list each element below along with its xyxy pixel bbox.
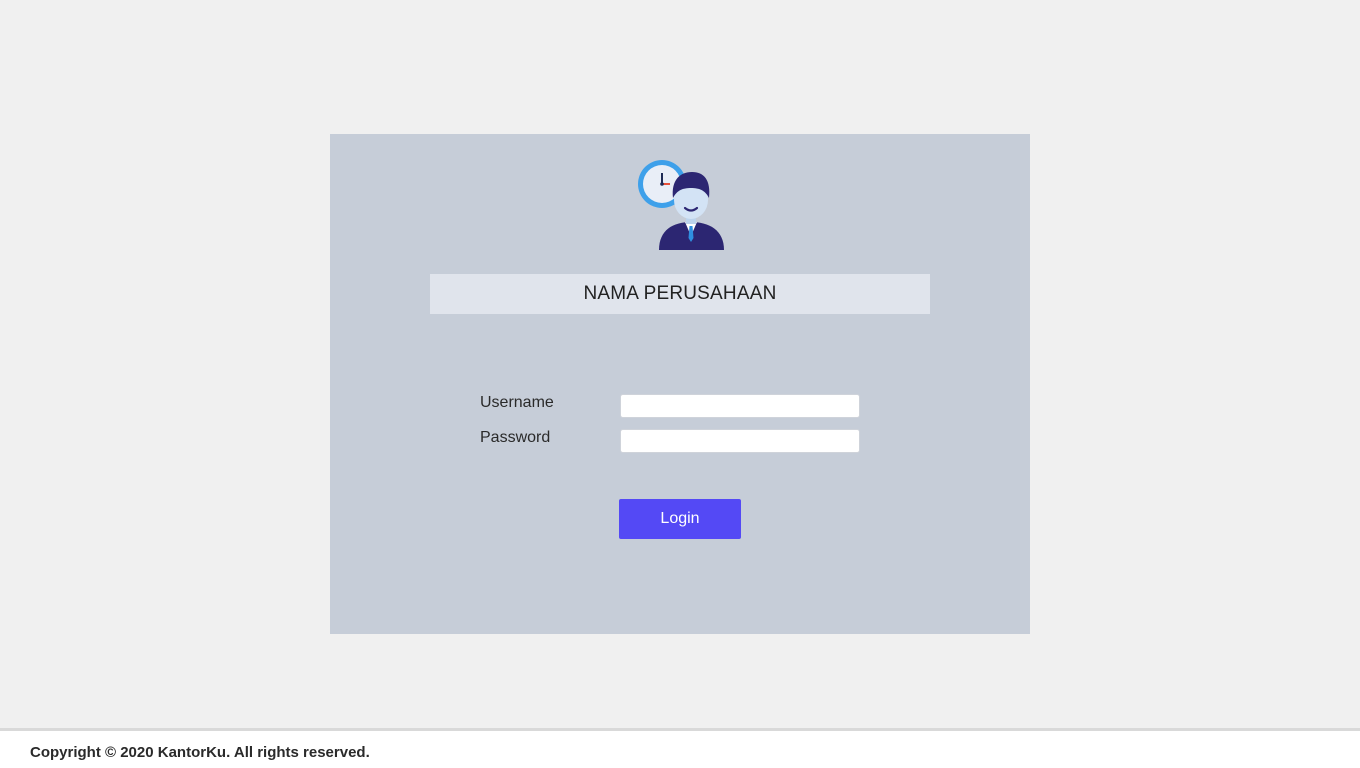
username-label: Username [480, 394, 554, 411]
footer: Copyright © 2020 KantorKu. All rights re… [0, 728, 1360, 768]
company-name: NAMA PERUSAHAAN [430, 274, 930, 314]
employee-clock-icon [638, 160, 724, 250]
copyright-text: Copyright © 2020 KantorKu. All rights re… [30, 744, 370, 761]
username-input[interactable] [620, 394, 860, 418]
login-button[interactable]: Login [619, 499, 741, 539]
login-card: NAMA PERUSAHAAN Username Password Login [330, 134, 1030, 634]
password-input[interactable] [620, 429, 860, 453]
password-label: Password [480, 429, 551, 446]
